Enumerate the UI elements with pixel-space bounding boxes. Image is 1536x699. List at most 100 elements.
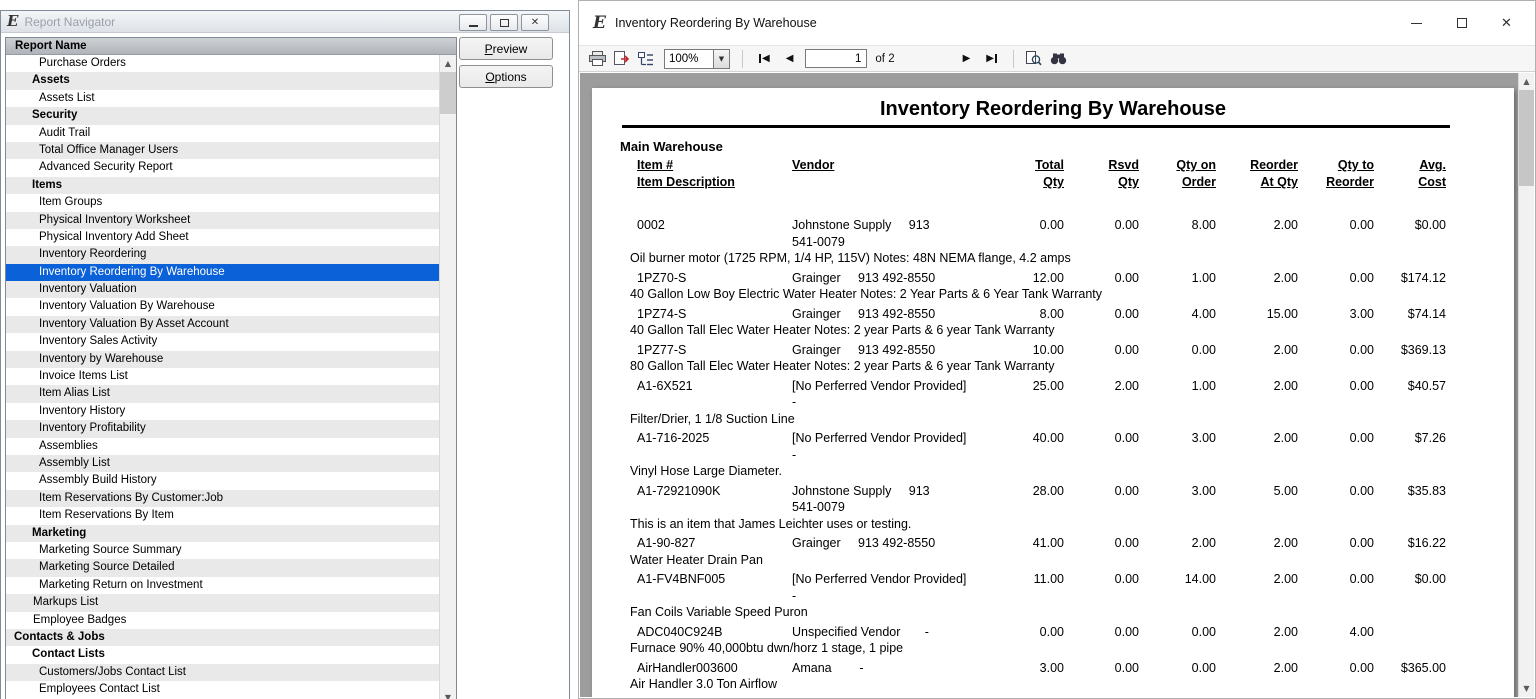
report-list-item[interactable]: Assemblies [6, 438, 456, 455]
report-row: A1-6X521 [No Perferred Vendor Provided] … [592, 378, 1514, 428]
item-description: Air Handler 3.0 Ton Airflow [630, 677, 778, 691]
total-qty: 8.00 [1039, 306, 1064, 321]
report-list-item[interactable]: Assets List [6, 90, 456, 107]
vendor: [No Perferred Vendor Provided] [792, 696, 987, 698]
report-list-item[interactable]: Total Office Manager Users [6, 141, 456, 160]
avg-cost [1374, 624, 1446, 641]
report-list-item[interactable]: Marketing Source Summary [6, 542, 456, 559]
report-list-item[interactable]: Employee Badges [6, 612, 456, 629]
report-list-item[interactable]: Contacts & Jobs [6, 628, 456, 647]
report-list-item[interactable]: Assembly Build History [6, 472, 456, 489]
column-header: Qty [1118, 175, 1139, 189]
report-row-main-line: A1-716-2025 [No Perferred Vendor Provide… [637, 430, 1514, 447]
column-header: Qty on [1176, 158, 1216, 172]
total-qty: 28.00 [1032, 483, 1064, 498]
page-number-input[interactable] [805, 49, 868, 68]
report-list-item[interactable]: Physical Inventory Add Sheet [6, 229, 456, 246]
scroll-down-button[interactable]: ▼ [1519, 680, 1534, 697]
report-list-item[interactable]: Inventory Profitability [6, 420, 456, 438]
column-header: Total [1035, 158, 1064, 172]
scroll-up-button[interactable]: ▲ [440, 55, 456, 72]
column-header: Reorder [1326, 175, 1374, 189]
report-list-rows: Purchase Orders Assets Assets List Secur… [6, 55, 456, 699]
report-list-item[interactable]: Item Reservations By Item [6, 507, 456, 524]
report-list-item[interactable]: Item Groups [6, 194, 456, 211]
scrollbar-thumb[interactable] [440, 72, 456, 114]
zoom-value: 100% [669, 52, 699, 65]
last-page-button[interactable]: ▶ [982, 53, 1001, 64]
report-list-item[interactable]: Markups List [6, 594, 456, 612]
close-button[interactable]: ✕ [1484, 1, 1529, 45]
minimize-button[interactable] [1394, 1, 1439, 45]
report-list-item[interactable]: Marketing [6, 524, 456, 542]
report-list-item[interactable]: Employees Contact List [6, 681, 456, 698]
minimize-button[interactable] [459, 14, 487, 31]
first-page-button[interactable]: ◀ [755, 53, 774, 64]
chevron-down-icon[interactable]: ▼ [713, 49, 729, 68]
qty-to-reorder: 3.00 [1349, 306, 1374, 321]
export-button[interactable] [614, 51, 630, 66]
report-list-column-header[interactable]: Report Name [6, 38, 456, 55]
print-button[interactable] [589, 51, 606, 66]
item-description: 40 Gallon Low Boy Electric Water Heater … [630, 287, 1102, 301]
reorder-at-qty: 2.00 [1273, 342, 1298, 357]
scrollbar-thumb[interactable] [1519, 90, 1534, 186]
qty-on-order: 0.00 [1191, 624, 1216, 639]
report-row: ComputerSystem001 [No Perferred Vendor P… [592, 696, 1514, 698]
report-list-item[interactable]: Physical Inventory Worksheet [6, 211, 456, 229]
report-list-item[interactable]: Inventory Reordering By Warehouse [6, 263, 456, 282]
report-list-item[interactable]: Assets [6, 72, 456, 90]
report-list-item[interactable]: Items [6, 176, 456, 195]
close-button[interactable]: ✕ [521, 14, 549, 31]
scroll-up-button[interactable]: ▲ [1519, 73, 1534, 90]
report-list-item[interactable]: Inventory Valuation [6, 281, 456, 299]
report-list-item[interactable]: Advanced Security Report [6, 159, 456, 176]
report-list-item-label: Inventory History [39, 404, 126, 417]
item-description: Water Heater Drain Pan [630, 552, 763, 567]
item-description: This is an item that James Leichter uses… [630, 516, 912, 531]
total-qty: 25.00 [1032, 378, 1064, 393]
report-list-item[interactable]: Security [6, 107, 456, 125]
report-list-item[interactable]: Inventory Valuation By Warehouse [6, 298, 456, 315]
report-list-item[interactable]: Inventory Sales Activity [6, 333, 456, 350]
report-row: A1-716-2025 [No Perferred Vendor Provide… [592, 430, 1514, 480]
report-list-item[interactable]: Marketing Source Detailed [6, 559, 456, 577]
report-list-item[interactable]: Purchase Orders [6, 55, 456, 72]
report-list-item[interactable]: Assembly List [6, 454, 456, 473]
maximize-button[interactable] [1439, 1, 1484, 45]
header-line-1: Item # Vendor Total Rsvd Qty on Reorder [637, 157, 1514, 174]
zoom-combobox[interactable]: 100% ▼ [664, 48, 730, 69]
report-list-item-label: Inventory by Warehouse [39, 352, 164, 365]
find-button[interactable] [1050, 52, 1067, 65]
report-list-item[interactable]: Contact Lists [6, 646, 456, 663]
qty-on-order: 0.00 [1191, 660, 1216, 675]
report-list-item[interactable]: Inventory by Warehouse [6, 350, 456, 369]
report-list-item[interactable]: Marketing Return on Investment [6, 577, 456, 594]
previous-page-button[interactable]: ◀ [782, 52, 798, 64]
report-list-item[interactable]: Customers/Jobs Contact List [6, 663, 456, 682]
preview-button[interactable]: Preview [459, 37, 553, 60]
report-row: A1-90-827 Grainger 913 492-8550 41.00 0.… [592, 535, 1514, 568]
item-number: 1PZ74-S [637, 306, 687, 321]
preview-titlebar[interactable]: E Inventory Reordering By Warehouse ✕ [579, 1, 1535, 45]
report-list-item[interactable]: Inventory History [6, 403, 456, 420]
column-header: At Qty [1260, 175, 1299, 189]
previous-page-icon: ◀ [785, 52, 794, 64]
scroll-down-button[interactable]: ▼ [440, 689, 456, 699]
maximize-button[interactable] [490, 14, 518, 31]
report-list-item[interactable]: Inventory Valuation By Asset Account [6, 315, 456, 334]
report-list-item[interactable]: Audit Trail [6, 125, 456, 142]
options-button[interactable]: Options [459, 65, 553, 88]
report-list-item[interactable]: Item Reservations By Customer:Job [6, 489, 456, 508]
next-page-button[interactable]: ▶ [959, 53, 975, 64]
window-title: Inventory Reordering By Warehouse [614, 16, 817, 30]
print-preview-button[interactable] [1026, 51, 1042, 66]
toggle-group-tree-button[interactable] [638, 51, 654, 66]
avg-cost: $74.14 [1407, 306, 1446, 321]
report-navigator-titlebar[interactable]: E Report Navigator ✕ [1, 11, 569, 33]
report-list-item[interactable]: Inventory Reordering [6, 246, 456, 264]
item-description: Fan Coils Variable Speed Puron [630, 605, 808, 619]
report-list-item[interactable]: Invoice Items List [6, 368, 456, 385]
report-list-item[interactable]: Item Alias List [6, 385, 456, 403]
report-list-item-label: Inventory Profitability [39, 422, 146, 435]
